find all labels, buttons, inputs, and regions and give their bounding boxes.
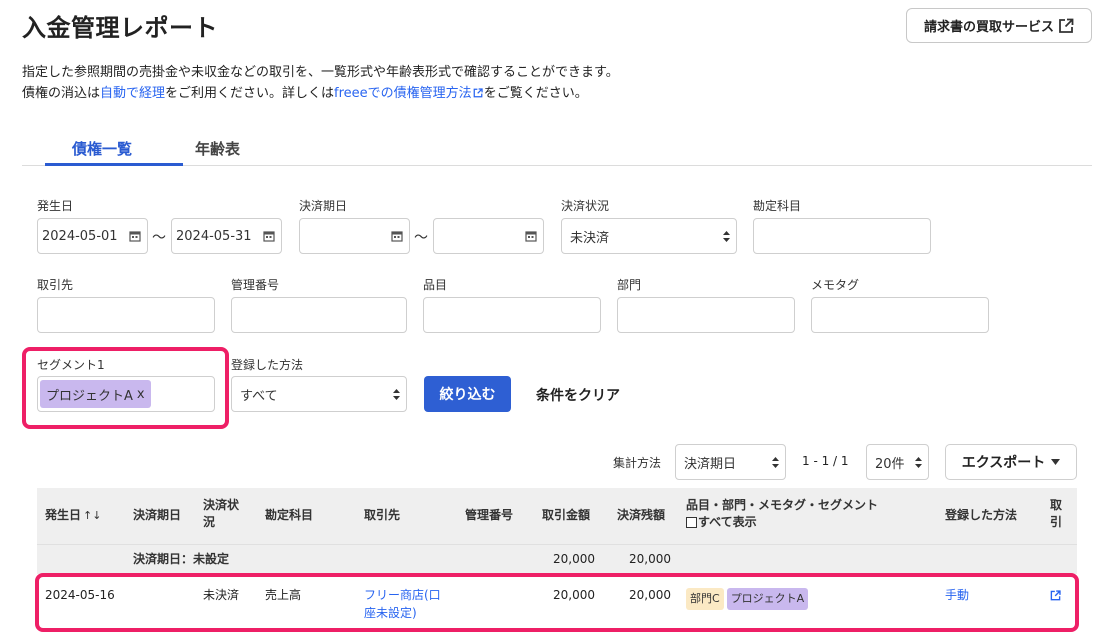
- aggregation-value: 決済期日: [684, 456, 737, 472]
- row-amount: 20,000: [553, 588, 595, 602]
- due-range-separator: 〜: [414, 230, 428, 246]
- pagination-range: 1 - 1 / 1: [802, 454, 849, 468]
- external-link-icon: [1059, 18, 1074, 33]
- desc-text-3: をご覧ください。: [483, 86, 588, 101]
- desc-text-2: をご利用ください。詳しくは: [165, 86, 335, 101]
- active-tab-indicator: [45, 163, 183, 166]
- partner-label: 取引先: [37, 278, 74, 292]
- per-page-value: 20件: [875, 456, 905, 472]
- invoice-purchase-service-label: 請求書の買取サービス: [923, 20, 1054, 35]
- occurrence-date-from-value: 2024-05-01: [42, 228, 118, 244]
- show-all-label: すべて表示: [698, 515, 757, 529]
- item-input[interactable]: [423, 297, 601, 333]
- partner-input[interactable]: [37, 297, 215, 333]
- clear-filter-button[interactable]: 条件をクリア: [536, 385, 620, 405]
- sort-icon[interactable]: ↑↓: [83, 509, 101, 522]
- report-tabs: 債権一覧 年齢表: [22, 128, 1092, 166]
- row-balance: 20,000: [629, 588, 671, 602]
- invoice-purchase-service-button[interactable]: 請求書の買取サービス: [906, 8, 1092, 43]
- show-all-checkbox[interactable]: [686, 517, 697, 528]
- calendar-icon: [525, 231, 537, 242]
- desc-text-1: 債権の消込は: [22, 86, 101, 101]
- settlement-status-label: 決済状況: [561, 199, 610, 213]
- occurrence-date-label: 発生日: [37, 199, 74, 213]
- external-link-icon[interactable]: [1050, 590, 1061, 601]
- segment1-chip: プロジェクトA x: [40, 380, 151, 408]
- segment1-input[interactable]: プロジェクトA x: [37, 376, 215, 412]
- auto-accounting-link[interactable]: 自動で経理: [100, 86, 165, 101]
- occurrence-date-to[interactable]: 2024-05-31: [171, 218, 282, 254]
- per-page-select[interactable]: 20件: [866, 444, 929, 480]
- manage-no-input[interactable]: [231, 297, 407, 333]
- row-account: 売上高: [265, 588, 302, 602]
- col-occurrence-date[interactable]: 発生日 ↑↓: [45, 507, 101, 524]
- item-label: 品目: [423, 278, 448, 292]
- col-items-tags: 品目・部門・メモタグ・セグメント すべて表示: [686, 498, 879, 529]
- tab-aging[interactable]: 年齢表: [195, 138, 240, 159]
- row-tags: 部門C プロジェクトA: [686, 588, 809, 610]
- page-title: 入金管理レポート: [22, 14, 218, 42]
- calendar-icon: [391, 231, 403, 242]
- settlement-status-value: 未決済: [570, 230, 610, 246]
- department-tag: 部門C: [686, 588, 724, 610]
- col-account: 勘定科目: [265, 508, 314, 522]
- updown-caret-icon: [393, 388, 400, 400]
- row-occurrence-date: 2024-05-16: [45, 588, 115, 602]
- row-registration-link[interactable]: 手動: [945, 586, 969, 604]
- registration-method-value: すべて: [240, 388, 278, 404]
- col-balance: 決済残額: [617, 508, 666, 522]
- triangle-down-icon: [1051, 459, 1061, 465]
- credit-management-link[interactable]: freeeでの債権管理方法: [334, 86, 472, 101]
- account-input[interactable]: [753, 218, 931, 254]
- updown-caret-icon: [723, 230, 730, 242]
- registration-method-label: 登録した方法: [231, 358, 304, 372]
- segment-tag: プロジェクトA: [726, 588, 809, 610]
- account-label: 勘定科目: [753, 199, 802, 213]
- due-date-to[interactable]: [433, 218, 544, 254]
- col-due-date: 決済期日: [133, 508, 182, 522]
- description-line-1: 指定した参照期間の売掛金や未収金などの取引を、一覧形式や年齢表形式で確認すること…: [22, 65, 619, 80]
- department-input[interactable]: [617, 297, 795, 333]
- department-label: 部門: [617, 278, 642, 292]
- registration-method-select[interactable]: すべて: [231, 376, 407, 412]
- manage-no-label: 管理番号: [231, 278, 280, 292]
- group-row-label: 決済期日：未設定: [133, 552, 230, 566]
- occurrence-date-from[interactable]: 2024-05-01: [37, 218, 148, 254]
- segment1-label: セグメント1: [37, 358, 105, 372]
- group-row-balance: 20,000: [629, 552, 671, 566]
- export-button-label: エクスポート: [961, 455, 1046, 471]
- memo-tag-input[interactable]: [811, 297, 989, 333]
- updown-caret-icon: [772, 456, 779, 468]
- due-date-from[interactable]: [299, 218, 410, 254]
- segment1-chip-label: プロジェクトA: [46, 388, 133, 404]
- aggregation-label: 集計方法: [613, 456, 662, 470]
- export-button[interactable]: エクスポート: [945, 444, 1077, 480]
- tab-credit-list[interactable]: 債権一覧: [72, 138, 132, 159]
- col-registration: 登録した方法: [945, 508, 1018, 522]
- calendar-icon: [263, 231, 275, 242]
- due-date-label: 決済期日: [299, 199, 348, 213]
- col-amount: 取引金額: [542, 508, 591, 522]
- col-partner: 取引先: [364, 508, 401, 522]
- col-status: 決済状況: [203, 498, 240, 529]
- apply-filter-button[interactable]: 絞り込む: [424, 376, 511, 412]
- aggregation-select[interactable]: 決済期日: [675, 444, 786, 480]
- col-deal: 取引: [1050, 498, 1063, 529]
- description-line-2: 債権の消込は自動で経理をご利用ください。詳しくはfreeeでの債権管理方法 をご覧…: [22, 82, 588, 101]
- col-manage-no: 管理番号: [465, 508, 514, 522]
- memo-tag-label: メモタグ: [811, 278, 860, 292]
- calendar-icon: [129, 231, 141, 242]
- chip-remove-button[interactable]: x: [137, 387, 145, 402]
- external-link-icon: [473, 88, 483, 98]
- updown-caret-icon: [915, 456, 922, 468]
- settlement-status-select[interactable]: 未決済: [561, 218, 737, 254]
- row-partner-link[interactable]: フリー商店(口 座未設定): [364, 586, 441, 622]
- row-status: 未決済: [203, 588, 240, 602]
- date-range-separator: 〜: [152, 230, 166, 246]
- group-row-amount: 20,000: [553, 552, 595, 566]
- occurrence-date-to-value: 2024-05-31: [176, 228, 252, 244]
